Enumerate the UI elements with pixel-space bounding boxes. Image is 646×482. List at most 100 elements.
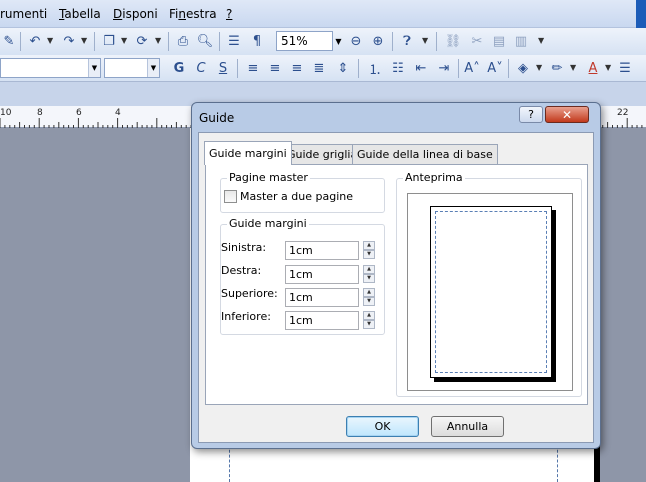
standard-toolbar: ✎ ↶ ▼ ↷ ▼ ❐ ▼ ⟳ ▼ ⎙ 🔍︎ ☰ ¶ 51% ▼ ⊖ ⊕ ❓︎ … xyxy=(0,28,646,55)
zoom-in-icon[interactable]: ⊕ xyxy=(369,32,387,50)
toolbar-separator xyxy=(358,59,359,78)
font-size-combo[interactable]: ▼ xyxy=(104,58,160,78)
guides-dialog: Guide ? ✕ Guide margini Guide griglia Gu… xyxy=(191,102,601,449)
format-painter-icon[interactable]: ✎ xyxy=(0,32,18,50)
spin-down-icon[interactable]: ▼ xyxy=(363,320,375,329)
align-center-icon[interactable]: ≡ xyxy=(266,59,284,77)
pilcrow-icon[interactable]: ¶ xyxy=(248,32,266,50)
top-margin-label: Superiore: xyxy=(221,287,278,300)
toolbar-separator xyxy=(392,32,393,51)
bottom-margin-spinner[interactable]: ▲ ▼ xyxy=(363,311,375,330)
justify-icon[interactable]: ≣ xyxy=(310,59,328,77)
help-icon: ? xyxy=(528,108,534,121)
menu-help[interactable]: ? xyxy=(226,7,232,21)
toolbar-separator xyxy=(508,59,509,78)
spin-down-icon[interactable]: ▼ xyxy=(363,274,375,283)
spin-down-icon[interactable]: ▼ xyxy=(363,297,375,306)
line-color-dropdown-icon[interactable]: ▼ xyxy=(570,63,576,72)
close-button[interactable]: ✕ xyxy=(545,106,589,123)
toolbar-separator xyxy=(237,59,238,78)
unlink-icon: ✂ xyxy=(471,33,483,49)
master-pages-group: Pagine master Master a due pagine xyxy=(220,171,385,213)
menu-disponi[interactable]: Disponi xyxy=(113,7,158,21)
close-icon: ✕ xyxy=(561,107,573,122)
line-spacing-icon[interactable]: ⇕ xyxy=(334,59,352,77)
right-margin-spinner[interactable]: ▲ ▼ xyxy=(363,265,375,284)
grow-font-icon[interactable]: A˄ xyxy=(463,59,481,77)
font-color-icon[interactable]: A xyxy=(584,59,602,77)
dialog-title: Guide xyxy=(199,111,235,125)
zoom-dropdown-icon[interactable]: ▼ xyxy=(333,31,344,51)
insert-object-icon[interactable]: ❐ xyxy=(100,32,118,50)
left-margin-input[interactable]: 1cm xyxy=(285,241,359,260)
redo-dropdown-icon[interactable]: ▼ xyxy=(81,36,87,45)
right-margin-label: Destra: xyxy=(221,264,262,277)
bold-icon[interactable]: G xyxy=(170,59,188,77)
group-title: Pagine master xyxy=(227,171,310,184)
two-page-master-checkbox[interactable] xyxy=(224,190,237,203)
spin-up-icon[interactable]: ▲ xyxy=(363,241,375,250)
undo-dropdown-icon[interactable]: ▼ xyxy=(47,36,53,45)
toolbar-options-icon[interactable]: ▼ xyxy=(422,36,428,45)
toolbar-separator xyxy=(458,59,459,78)
preview-page xyxy=(430,206,552,378)
ruler-number: 4 xyxy=(115,108,121,118)
chevron-down-icon[interactable]: ▼ xyxy=(147,59,159,77)
undo-icon[interactable]: ↶ xyxy=(26,32,44,50)
style-combo[interactable]: ▼ xyxy=(0,58,101,78)
bottom-margin-input[interactable]: 1cm xyxy=(285,311,359,330)
right-margin-input[interactable]: 1cm xyxy=(285,265,359,284)
menu-strumenti[interactable]: rumenti xyxy=(0,7,47,21)
top-margin-spinner[interactable]: ▲ ▼ xyxy=(363,288,375,307)
tab-guide-griglia[interactable]: Guide griglia xyxy=(282,144,363,164)
shrink-font-icon[interactable]: A˅ xyxy=(486,59,504,77)
fill-color-dropdown-icon[interactable]: ▼ xyxy=(536,63,542,72)
cancel-button[interactable]: Annulla xyxy=(431,416,504,437)
menu-tabella[interactable]: Tabella xyxy=(59,7,101,21)
bullet-list-icon[interactable]: ☷ xyxy=(389,59,407,77)
insert-object-dropdown-icon[interactable]: ▼ xyxy=(121,36,127,45)
print-icon[interactable]: ⎙ xyxy=(174,32,192,50)
italic-icon[interactable]: C xyxy=(192,59,210,77)
toolbar-separator xyxy=(436,32,437,51)
toolbar-separator xyxy=(168,32,169,51)
spin-up-icon[interactable]: ▲ xyxy=(363,265,375,274)
decrease-indent-icon[interactable]: ⇤ xyxy=(412,59,430,77)
increase-indent-icon[interactable]: ⇥ xyxy=(435,59,453,77)
ruler-number: 10 xyxy=(0,108,12,118)
menu-finestra[interactable]: Finestra xyxy=(169,7,217,21)
tab-guide-linea-base[interactable]: Guide della linea di base xyxy=(352,144,498,164)
bottom-margin-label: Inferiore: xyxy=(221,310,271,323)
top-margin-input[interactable]: 1cm xyxy=(285,288,359,307)
preview-canvas xyxy=(407,193,573,391)
preview-margin-guides xyxy=(435,211,547,373)
spin-up-icon[interactable]: ▲ xyxy=(363,288,375,297)
toolbar-options-icon[interactable]: ▼ xyxy=(538,36,544,45)
line-style-icon[interactable]: ☰ xyxy=(616,59,634,77)
show-guides-icon[interactable]: ☰ xyxy=(225,32,243,50)
zoom-input[interactable]: 51% xyxy=(276,31,333,51)
left-margin-spinner[interactable]: ▲ ▼ xyxy=(363,241,375,260)
margin-guides-group: Guide margini Sinistra: 1cm ▲ ▼ Destra: 1… xyxy=(220,217,385,335)
line-color-icon[interactable]: ✏ xyxy=(548,59,566,77)
chevron-down-icon[interactable]: ▼ xyxy=(88,59,100,77)
rotate-icon[interactable]: ⟳ xyxy=(133,32,151,50)
ruler-number: 8 xyxy=(37,108,43,118)
tab-guide-margini[interactable]: Guide margini xyxy=(204,141,292,165)
zoom-out-icon[interactable]: ⊖ xyxy=(347,32,365,50)
underline-icon[interactable]: S xyxy=(214,59,232,77)
help-icon[interactable]: ❓︎ xyxy=(398,32,416,50)
help-button[interactable]: ? xyxy=(519,106,543,123)
redo-icon[interactable]: ↷ xyxy=(60,32,78,50)
fill-color-icon[interactable]: ◈ xyxy=(514,59,532,77)
font-color-dropdown-icon[interactable]: ▼ xyxy=(605,63,611,72)
numbered-list-icon[interactable]: ⒈ xyxy=(366,59,384,78)
text-frame-icon: ▤ xyxy=(492,33,506,49)
spin-up-icon[interactable]: ▲ xyxy=(363,311,375,320)
align-left-icon[interactable]: ≡ xyxy=(244,59,262,77)
rotate-dropdown-icon[interactable]: ▼ xyxy=(155,36,161,45)
spin-down-icon[interactable]: ▼ xyxy=(363,250,375,259)
ok-button[interactable]: OK xyxy=(346,416,419,437)
align-right-icon[interactable]: ≡ xyxy=(288,59,306,77)
print-preview-icon[interactable]: 🔍︎ xyxy=(196,32,214,50)
